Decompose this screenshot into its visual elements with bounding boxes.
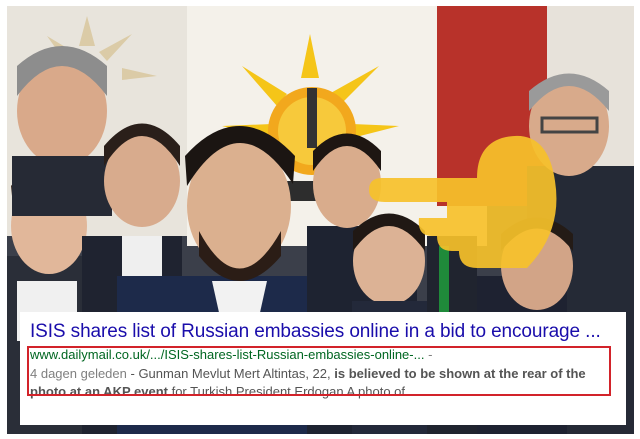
- image-frame: ISIS shares list of Russian embassies on…: [0, 0, 640, 439]
- red-highlight-box: [27, 346, 611, 396]
- search-result-card: ISIS shares list of Russian embassies on…: [20, 312, 626, 425]
- search-result-title[interactable]: ISIS shares list of Russian embassies on…: [30, 321, 620, 343]
